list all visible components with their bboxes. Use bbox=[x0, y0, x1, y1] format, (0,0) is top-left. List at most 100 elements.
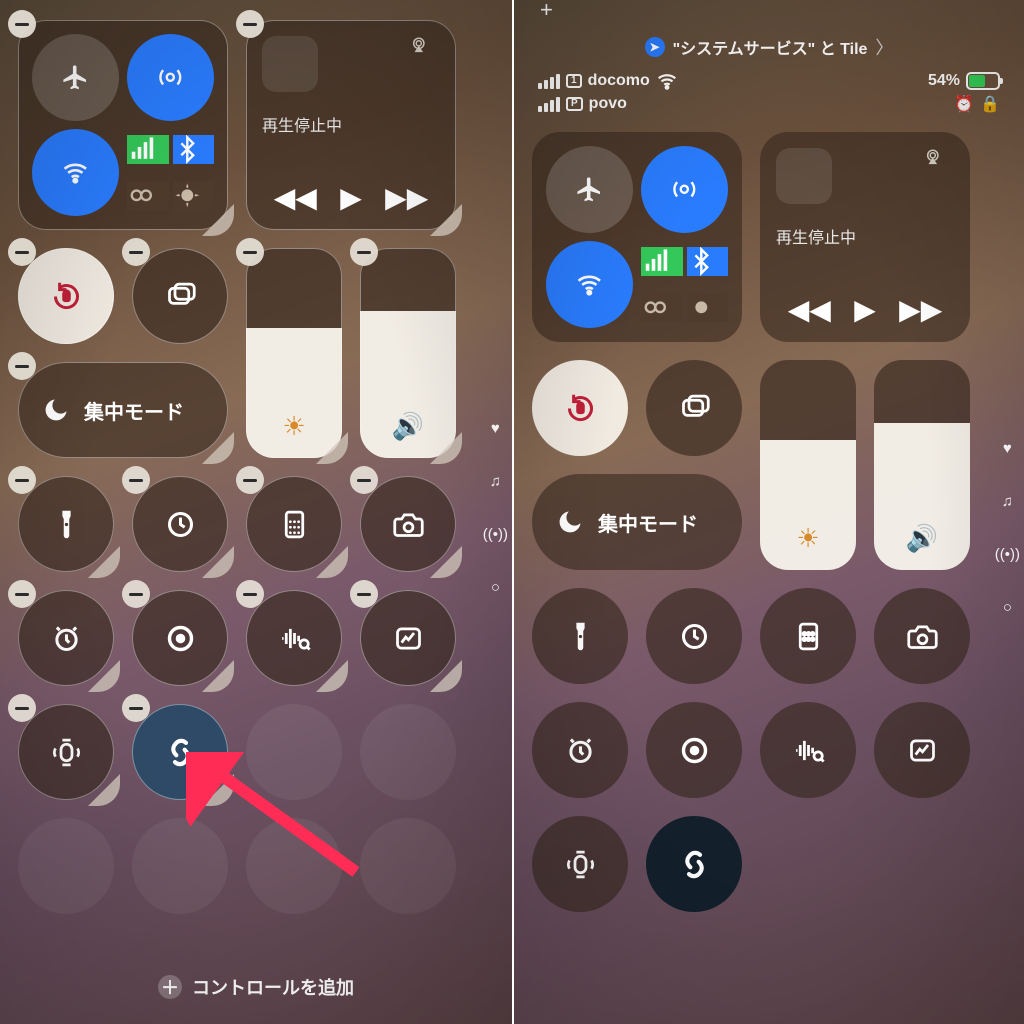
sound-recognition-button[interactable] bbox=[760, 702, 856, 798]
empty-slot[interactable] bbox=[360, 704, 456, 800]
status-line-1: 1 docomo 54% bbox=[532, 70, 1006, 94]
connectivity-tile[interactable] bbox=[18, 20, 228, 230]
airplay-icon[interactable] bbox=[410, 36, 440, 66]
screen-record-button[interactable] bbox=[132, 590, 228, 686]
screen-mirroring-button[interactable] bbox=[646, 360, 742, 456]
rewind-button[interactable]: ◀◀ bbox=[274, 181, 317, 214]
volume-slider[interactable]: 🔊 bbox=[360, 248, 456, 458]
airdrop-toggle[interactable] bbox=[127, 34, 214, 121]
remove-badge[interactable] bbox=[8, 466, 36, 494]
speaker-icon: 🔊 bbox=[906, 523, 938, 554]
heart-icon: ♥ bbox=[1003, 440, 1012, 457]
connectivity-tile[interactable] bbox=[532, 132, 742, 342]
page-dot-icon: ○ bbox=[491, 579, 500, 596]
bluetooth-icon bbox=[173, 135, 215, 164]
flashlight-button[interactable] bbox=[18, 476, 114, 572]
alarm-button[interactable] bbox=[18, 590, 114, 686]
airplane-toggle[interactable] bbox=[546, 146, 633, 233]
remove-badge[interactable] bbox=[8, 238, 36, 266]
airplane-toggle[interactable] bbox=[32, 34, 119, 121]
forward-button[interactable]: ▶▶ bbox=[385, 181, 428, 214]
add-controls-button[interactable]: ＋ コントロールを追加 bbox=[0, 974, 512, 1000]
remove-badge[interactable] bbox=[350, 238, 378, 266]
remove-badge[interactable] bbox=[122, 580, 150, 608]
wifi-toggle[interactable] bbox=[32, 129, 119, 216]
satellite-icon bbox=[173, 181, 215, 210]
sound-recognition-button[interactable] bbox=[246, 590, 342, 686]
play-button[interactable]: ▶ bbox=[854, 293, 876, 326]
ping-watch-button[interactable] bbox=[532, 816, 628, 912]
heart-icon: ♥ bbox=[491, 420, 500, 437]
chevron-right-icon: 〉 bbox=[875, 34, 893, 60]
timer-button[interactable] bbox=[646, 588, 742, 684]
brightness-slider[interactable]: ☀ bbox=[760, 360, 856, 570]
alarm-button[interactable] bbox=[532, 702, 628, 798]
location-status[interactable]: ➤ "システムサービス" と Tile 〉 bbox=[532, 34, 1006, 60]
remove-badge[interactable] bbox=[122, 238, 150, 266]
alarm-status-icon: ⏰ bbox=[954, 94, 974, 114]
remove-badge[interactable] bbox=[8, 694, 36, 722]
control-center-normal: + ➤ "システムサービス" と Tile 〉 1 docomo 54% P p… bbox=[512, 0, 1024, 1024]
location-text: "システムサービス" と Tile bbox=[673, 35, 868, 59]
calculator-button[interactable] bbox=[760, 588, 856, 684]
control-center-edit-mode: 再生停止中 ◀◀ ▶ ▶▶ 集中モード bbox=[0, 0, 512, 1024]
remove-badge[interactable] bbox=[122, 466, 150, 494]
airdrop-toggle[interactable] bbox=[641, 146, 728, 233]
flashlight-button[interactable] bbox=[532, 588, 628, 684]
remove-badge[interactable] bbox=[8, 580, 36, 608]
remove-badge[interactable] bbox=[350, 466, 378, 494]
plus-glyph: + bbox=[532, 6, 1006, 16]
forward-button[interactable]: ▶▶ bbox=[899, 293, 942, 326]
timer-button[interactable] bbox=[132, 476, 228, 572]
sim2-label: P bbox=[566, 97, 583, 111]
remove-badge[interactable] bbox=[350, 580, 378, 608]
focus-tile[interactable]: 集中モード bbox=[18, 362, 228, 458]
signal-bars-icon bbox=[538, 74, 560, 89]
rotation-lock-button[interactable] bbox=[18, 248, 114, 344]
rewind-button[interactable]: ◀◀ bbox=[788, 293, 831, 326]
shazam-button[interactable] bbox=[646, 816, 742, 912]
carrier1-label: docomo bbox=[588, 72, 650, 90]
screen-mirroring-button[interactable] bbox=[132, 248, 228, 344]
hotspot-icon bbox=[127, 181, 169, 210]
hotspot-indicator-icon: ((•)) bbox=[483, 526, 508, 543]
remove-badge[interactable] bbox=[8, 10, 36, 38]
signal-bars-icon bbox=[538, 97, 560, 112]
shazam-button[interactable] bbox=[132, 704, 228, 800]
sun-icon: ☀ bbox=[796, 523, 819, 554]
remove-badge[interactable] bbox=[236, 466, 264, 494]
camera-button[interactable] bbox=[874, 588, 970, 684]
camera-button[interactable] bbox=[360, 476, 456, 572]
empty-slot[interactable] bbox=[246, 818, 342, 914]
remove-badge[interactable] bbox=[8, 352, 36, 380]
rotation-lock-button[interactable] bbox=[532, 360, 628, 456]
airplay-icon[interactable] bbox=[924, 148, 954, 178]
remove-badge[interactable] bbox=[236, 580, 264, 608]
ping-watch-button[interactable] bbox=[18, 704, 114, 800]
remove-badge[interactable] bbox=[122, 694, 150, 722]
cellular-icon bbox=[641, 247, 683, 276]
connectivity-more[interactable] bbox=[127, 129, 214, 216]
screen-record-button[interactable] bbox=[646, 702, 742, 798]
focus-tile[interactable]: 集中モード bbox=[532, 474, 742, 570]
stocks-button[interactable] bbox=[360, 590, 456, 686]
connectivity-more[interactable] bbox=[641, 241, 728, 328]
music-icon: ♫ bbox=[490, 473, 501, 490]
empty-slot[interactable] bbox=[360, 818, 456, 914]
remove-badge[interactable] bbox=[236, 10, 264, 38]
volume-slider[interactable]: 🔊 bbox=[874, 360, 970, 570]
bluetooth-icon bbox=[687, 247, 729, 276]
empty-slot[interactable] bbox=[132, 818, 228, 914]
wifi-toggle[interactable] bbox=[546, 241, 633, 328]
media-tile[interactable]: 再生停止中 ◀◀ ▶ ▶▶ bbox=[246, 20, 456, 230]
cellular-icon bbox=[127, 135, 169, 164]
play-button[interactable]: ▶ bbox=[340, 181, 362, 214]
empty-slot[interactable] bbox=[246, 704, 342, 800]
media-state-label: 再生停止中 bbox=[776, 224, 954, 248]
media-tile[interactable]: 再生停止中 ◀◀▶▶▶ bbox=[760, 132, 970, 342]
calculator-button[interactable] bbox=[246, 476, 342, 572]
brightness-slider[interactable]: ☀ bbox=[246, 248, 342, 458]
remove-badge[interactable] bbox=[236, 238, 264, 266]
empty-slot[interactable] bbox=[18, 818, 114, 914]
stocks-button[interactable] bbox=[874, 702, 970, 798]
